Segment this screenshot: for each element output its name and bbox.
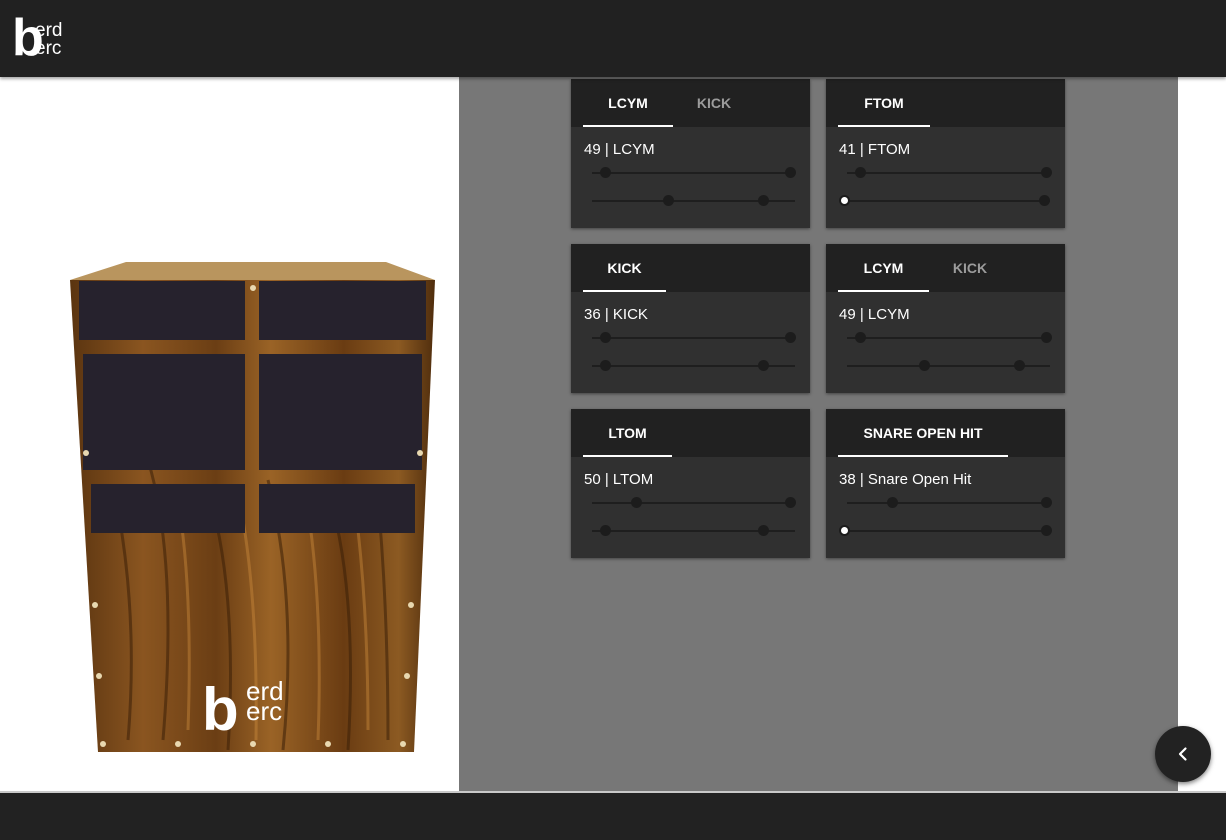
tab-ftom[interactable]: FTOM xyxy=(838,79,930,127)
pad-card: LTOM 50 | LTOM xyxy=(571,409,810,558)
slider-handle[interactable] xyxy=(785,167,796,178)
cajon-logo-line2: erc xyxy=(246,696,282,726)
slider-handle[interactable] xyxy=(855,332,866,343)
slider-track xyxy=(847,337,1050,339)
note-value: 49 | LCYM xyxy=(839,306,910,323)
slider-handle[interactable] xyxy=(839,525,850,536)
tab-ltom[interactable]: LTOM xyxy=(583,409,672,457)
collapse-button[interactable] xyxy=(1155,726,1211,782)
logo-line2: erc xyxy=(35,38,62,59)
card-tabs: SNARE OPEN HIT xyxy=(826,409,1065,457)
note-value: 41 | FTOM xyxy=(839,141,911,158)
slider-handle[interactable] xyxy=(1039,195,1050,206)
cajon-logo-letter: b xyxy=(202,676,239,743)
slider-handle[interactable] xyxy=(758,195,769,206)
tab-kick[interactable]: KICK xyxy=(673,79,755,127)
right-margin xyxy=(1178,77,1226,791)
pad-card: LCYM KICK 49 | LCYM xyxy=(571,79,810,228)
note-value: 49 | LCYM xyxy=(584,141,655,158)
slider-handle[interactable] xyxy=(1014,360,1025,371)
note-value: 36 | KICK xyxy=(584,306,648,323)
slider-handle[interactable] xyxy=(839,195,850,206)
slider-handle[interactable] xyxy=(919,360,930,371)
slider-handle[interactable] xyxy=(855,167,866,178)
pad-card: SNARE OPEN HIT 38 | Snare Open Hit xyxy=(826,409,1065,558)
chevron-left-icon xyxy=(1178,747,1187,761)
bottom-bar xyxy=(0,791,1226,840)
tab-snare-open-hit[interactable]: SNARE OPEN HIT xyxy=(838,409,1008,457)
card-tabs: LCYM KICK xyxy=(826,244,1065,292)
card-tabs: KICK xyxy=(571,244,810,292)
tab-kick[interactable]: KICK xyxy=(583,244,666,292)
slider-handle[interactable] xyxy=(631,497,642,508)
card-tabs: FTOM xyxy=(826,79,1065,127)
note-value: 50 | LTOM xyxy=(584,471,654,488)
slider-handle[interactable] xyxy=(1041,167,1052,178)
slider-handle[interactable] xyxy=(758,525,769,536)
card-tabs: LCYM KICK xyxy=(571,79,810,127)
slider-track xyxy=(847,530,1050,532)
slider-handle[interactable] xyxy=(785,332,796,343)
slider-handle[interactable] xyxy=(1041,525,1052,536)
slider-handle[interactable] xyxy=(600,332,611,343)
slider-track xyxy=(592,502,795,504)
slider-handle[interactable] xyxy=(1041,332,1052,343)
pad-card: LCYM KICK 49 | LCYM xyxy=(826,244,1065,393)
cajon-image: b erd erc xyxy=(68,260,438,755)
slider-handle[interactable] xyxy=(887,497,898,508)
tab-lcym[interactable]: LCYM xyxy=(838,244,929,292)
pad-card: KICK 36 | KICK xyxy=(571,244,810,393)
slider-handle[interactable] xyxy=(1041,497,1052,508)
slider-handle[interactable] xyxy=(600,167,611,178)
slider-handle[interactable] xyxy=(600,525,611,536)
slider-track xyxy=(847,502,1050,504)
slider-track xyxy=(592,172,795,174)
pad-card: FTOM 41 | FTOM xyxy=(826,79,1065,228)
berdberc-logo[interactable]: b erd erc xyxy=(12,12,76,64)
slider-track xyxy=(847,200,1050,202)
slider-handle[interactable] xyxy=(600,360,611,371)
slider-handle[interactable] xyxy=(663,195,674,206)
slider-track xyxy=(847,172,1050,174)
card-tabs: LTOM xyxy=(571,409,810,457)
slider-handle[interactable] xyxy=(785,497,796,508)
tab-lcym[interactable]: LCYM xyxy=(583,79,673,127)
pad-settings-panel xyxy=(459,77,1178,791)
slider-track xyxy=(592,337,795,339)
slider-handle[interactable] xyxy=(758,360,769,371)
top-bar: b erd erc xyxy=(0,0,1226,77)
note-value: 38 | Snare Open Hit xyxy=(839,471,972,488)
tab-kick[interactable]: KICK xyxy=(929,244,1011,292)
